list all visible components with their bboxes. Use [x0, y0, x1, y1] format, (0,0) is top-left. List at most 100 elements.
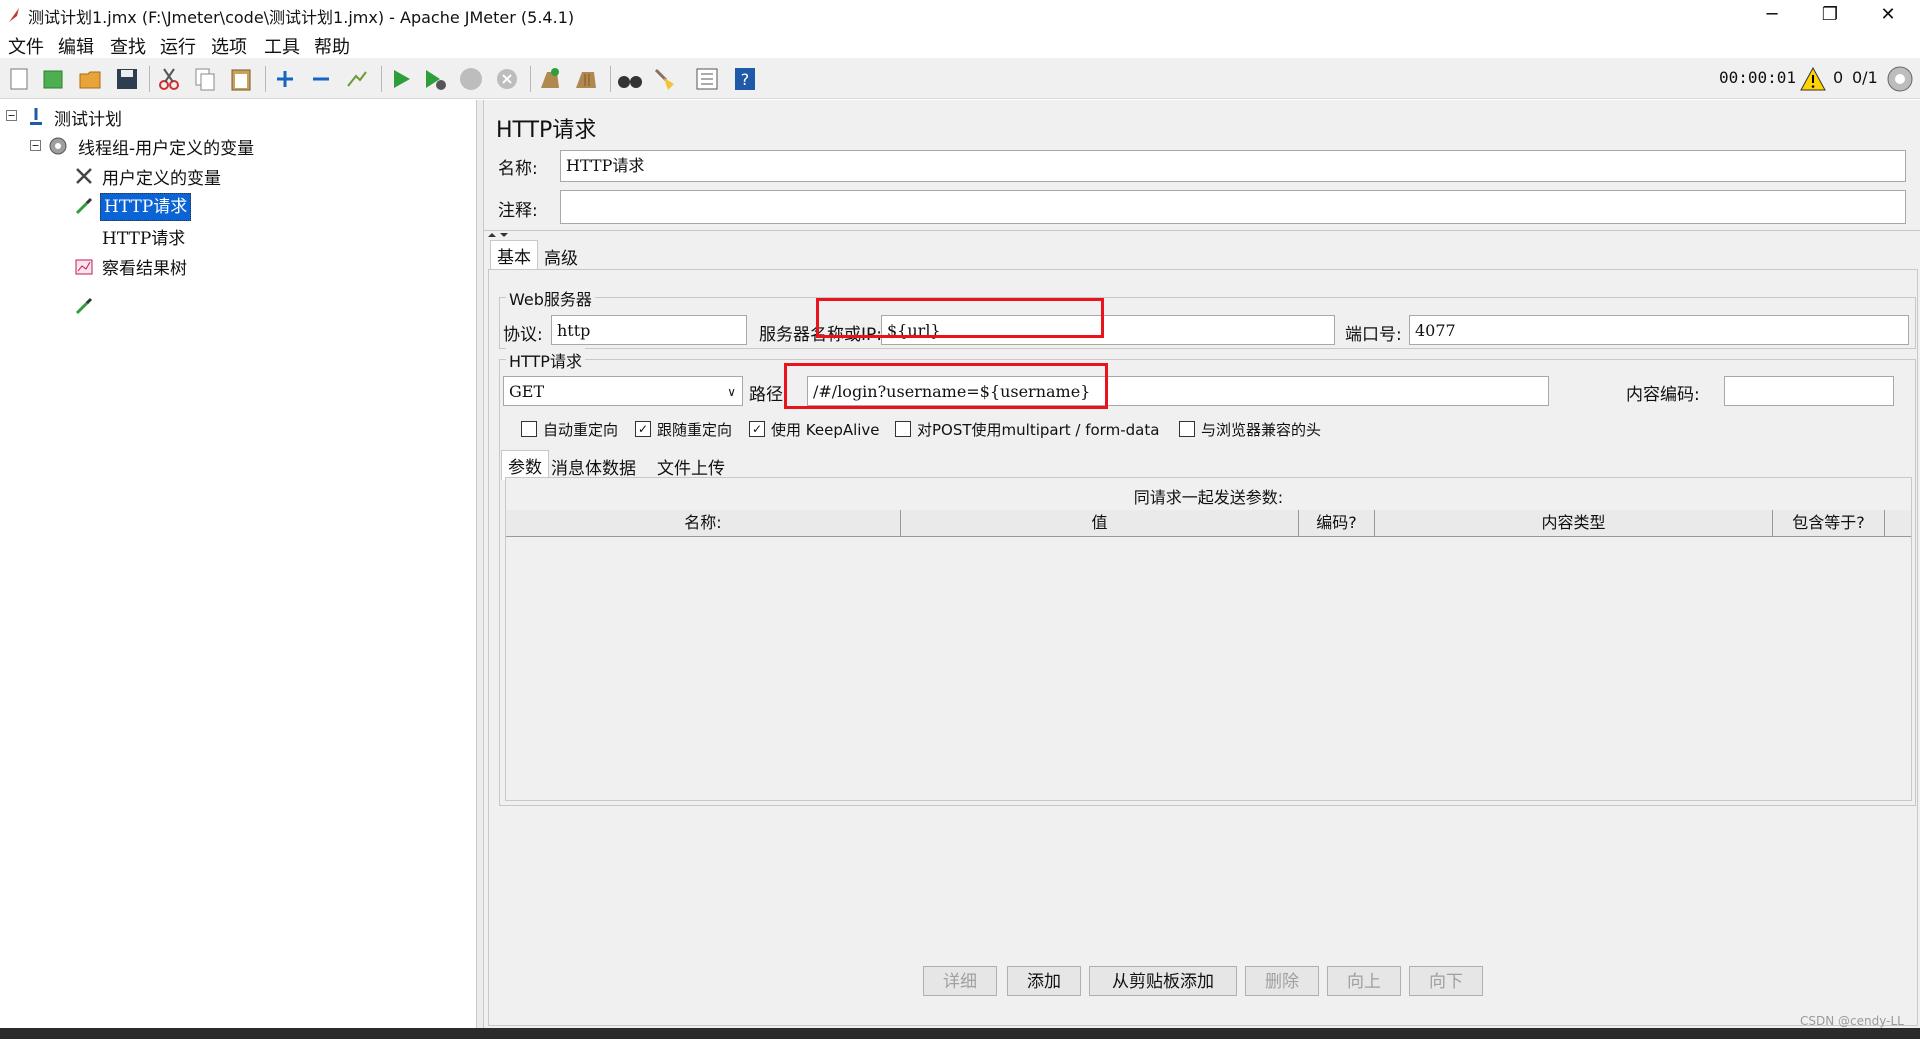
svg-text:?: ?: [741, 70, 750, 89]
toggle-icon[interactable]: [344, 66, 370, 92]
delete-button[interactable]: 删除: [1245, 966, 1319, 996]
toolbar-separator: [530, 66, 531, 92]
menu-options[interactable]: 选项: [211, 33, 247, 59]
move-up-button[interactable]: 向上: [1327, 966, 1401, 996]
browser-headers-label: 与浏览器兼容的头: [1201, 421, 1322, 439]
menu-tools[interactable]: 工具: [264, 33, 300, 59]
new-icon[interactable]: [6, 66, 32, 92]
path-label: 路径:: [749, 385, 789, 405]
tree-item-thread-group[interactable]: 线程组-用户定义的变量: [78, 134, 254, 159]
basic-tab-panel: Web服务器 协议: http 服务器名称或IP: ${url} 端口号: 40…: [488, 269, 1918, 1026]
keepalive-checkbox[interactable]: ✓: [749, 421, 765, 437]
column-include-equals[interactable]: 包含等于?: [1773, 510, 1885, 536]
follow-redirects-label: 跟随重定向: [657, 421, 733, 439]
clear-all-icon[interactable]: [573, 66, 599, 92]
warning-icon[interactable]: [1800, 67, 1826, 91]
column-name[interactable]: 名称:: [506, 510, 901, 536]
test-plan-icon: [30, 108, 42, 125]
column-value[interactable]: 值: [901, 510, 1299, 536]
tree-item-http-request-selected[interactable]: HTTP请求: [100, 193, 192, 221]
collapse-arrows-icon[interactable]: [486, 231, 510, 239]
listener-chart-icon: [75, 259, 93, 275]
tree-item-http-request[interactable]: HTTP请求: [102, 224, 185, 249]
open-icon[interactable]: [78, 66, 104, 92]
multipart-checkbox[interactable]: [895, 421, 911, 437]
test-plan-tree: 测试计划 线程组-用户定义的变量 用户定义的变量 HTTP请求 HTTP请求 察…: [0, 100, 477, 1028]
browser-headers-checkbox[interactable]: [1179, 421, 1195, 437]
jmeter-feather-icon: [9, 8, 19, 22]
add-button[interactable]: 添加: [1007, 966, 1081, 996]
menu-search[interactable]: 查找: [110, 33, 146, 59]
collapse-toggle-icon[interactable]: [30, 140, 42, 152]
parameters-caption: 同请求一起发送参数:: [1133, 488, 1284, 507]
panel-heading: HTTP请求: [496, 118, 597, 143]
multipart-label: 对POST使用multipart / form-data: [917, 421, 1160, 439]
search-binoculars-icon[interactable]: [617, 66, 643, 92]
add-from-clipboard-button[interactable]: 从剪贴板添加: [1089, 966, 1237, 996]
tree-item-user-defined-variables[interactable]: 用户定义的变量: [102, 164, 221, 189]
follow-redirects-checkbox[interactable]: ✓: [635, 421, 651, 437]
stop-icon[interactable]: [458, 66, 484, 92]
http-request-editor: HTTP请求 名称: HTTP请求 注释: 基本 高级 Web服务器 协议: h…: [484, 100, 1920, 1028]
cut-icon[interactable]: [156, 66, 182, 92]
expand-icon[interactable]: [272, 66, 298, 92]
tab-basic[interactable]: 基本: [490, 240, 538, 270]
start-no-pauses-icon[interactable]: [422, 66, 448, 92]
start-icon[interactable]: [388, 66, 414, 92]
parameters-table-header: 名称: 值 编码? 内容类型 包含等于?: [506, 510, 1911, 537]
method-select[interactable]: GET ∨: [503, 376, 743, 406]
column-content-type[interactable]: 内容类型: [1375, 510, 1773, 536]
tree-item-test-plan[interactable]: 测试计划: [54, 105, 122, 130]
tree-item-view-results-tree[interactable]: 察看结果树: [102, 254, 187, 279]
method-value: GET: [509, 382, 545, 401]
port-field[interactable]: 4077: [1409, 315, 1909, 345]
thread-count: 0/1: [1852, 68, 1878, 87]
auto-redirect-label: 自动重定向: [543, 421, 619, 439]
auto-redirect-checkbox[interactable]: [521, 421, 537, 437]
comment-label: 注释:: [498, 201, 538, 221]
parameters-table-body[interactable]: [506, 536, 1911, 800]
toolbar-separator: [381, 66, 382, 92]
content-encoding-field[interactable]: [1724, 376, 1894, 406]
tab-parameters[interactable]: 参数: [501, 450, 549, 480]
shutdown-icon[interactable]: [494, 66, 520, 92]
server-name-highlight: [816, 298, 1104, 338]
thread-group-gear-icon: [49, 137, 67, 155]
close-button[interactable]: ✕: [1859, 0, 1917, 30]
paste-icon[interactable]: [228, 66, 254, 92]
toolbar-separator: [265, 66, 266, 92]
save-icon[interactable]: [114, 66, 140, 92]
name-field[interactable]: HTTP请求: [560, 150, 1906, 182]
collapse-toggle-icon[interactable]: [6, 110, 18, 122]
minimize-button[interactable]: ─: [1743, 0, 1801, 30]
reset-search-broom-icon[interactable]: [652, 66, 678, 92]
maximize-button[interactable]: ❐: [1801, 0, 1859, 30]
protocol-label: 协议:: [503, 325, 543, 345]
move-down-button[interactable]: 向下: [1409, 966, 1483, 996]
menu-file[interactable]: 文件: [8, 33, 44, 59]
watermark: CSDN @cendy-LL: [1800, 1014, 1904, 1028]
templates-icon[interactable]: [40, 66, 66, 92]
protocol-field[interactable]: http: [551, 315, 747, 345]
web-server-group-title: Web服务器: [506, 286, 595, 310]
column-encode[interactable]: 编码?: [1299, 510, 1375, 536]
menu-help[interactable]: 帮助: [314, 33, 350, 59]
toolbar-separator: [149, 66, 150, 92]
detail-button[interactable]: 详细: [923, 966, 997, 996]
tab-advanced[interactable]: 高级: [538, 242, 584, 271]
comment-field[interactable]: [560, 190, 1906, 224]
toolbar: ? 00:00:01 0 0/1: [0, 58, 1920, 99]
help-icon[interactable]: ?: [732, 66, 758, 92]
pane-splitter[interactable]: [477, 100, 484, 1028]
taskbar-edge: [0, 1028, 1920, 1039]
function-helper-icon[interactable]: [694, 66, 720, 92]
menu-run[interactable]: 运行: [160, 33, 196, 59]
config-tools-icon: [76, 168, 92, 184]
http-request-group-title: HTTP请求: [506, 348, 585, 372]
collapse-icon[interactable]: [308, 66, 334, 92]
clear-icon[interactable]: [537, 66, 563, 92]
copy-icon[interactable]: [192, 66, 218, 92]
parameters-panel: 同请求一起发送参数: 名称: 值 编码? 内容类型 包含等于?: [505, 477, 1912, 801]
menu-edit[interactable]: 编辑: [58, 33, 94, 59]
toolbar-separator: [610, 66, 611, 92]
